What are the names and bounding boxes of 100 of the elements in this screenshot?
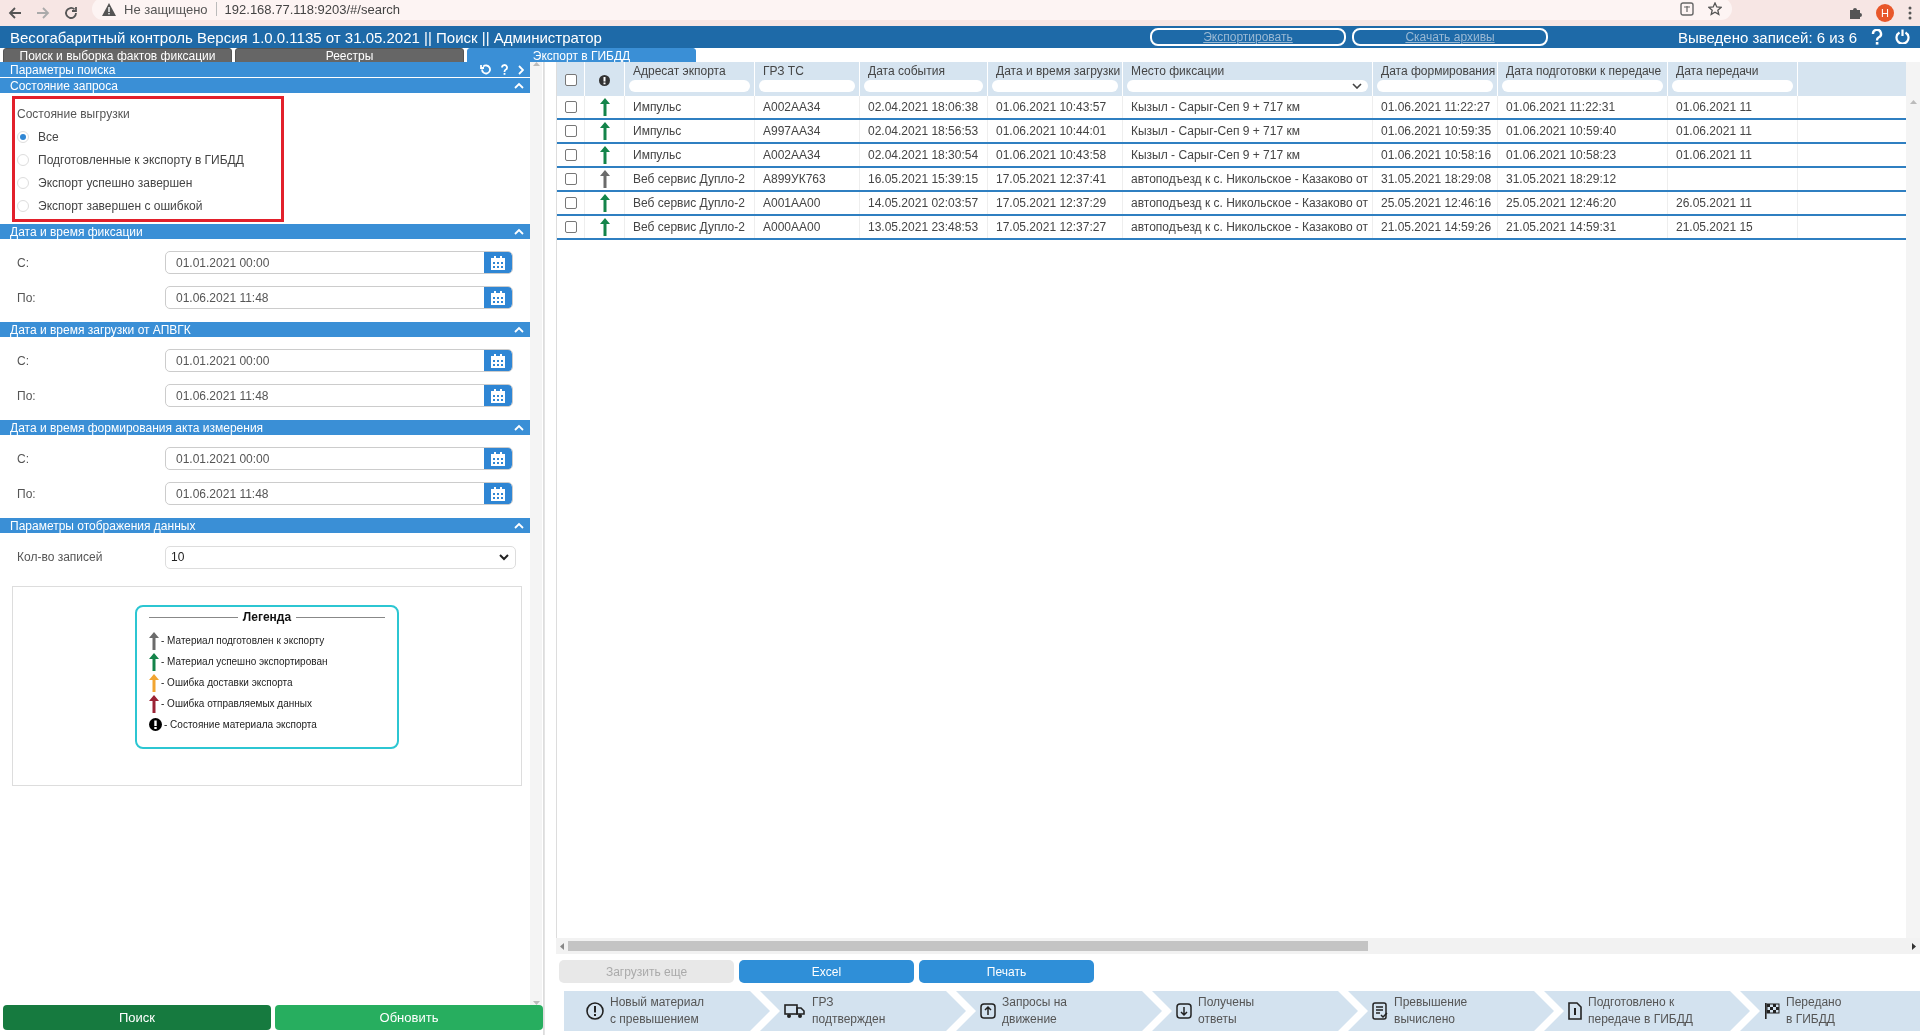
table-row[interactable]: Веб сервис Дупло-2 А001АА00 14.05.2021 02:03:57 17.05.2021 12:37:29 автоподъезд к с. Никольское - Казаково от 25.05.2021 12:46:16 25.05.2021 12:46:20 26.05.2021 11 [557, 192, 1906, 216]
workflow-step[interactable]: Передано в ГИБДД [1740, 991, 1920, 1031]
column-header[interactable]: ГРЗ ТС [759, 64, 855, 77]
workflow-step[interactable]: ГРЗ подтвержден [760, 991, 968, 1031]
table-row[interactable]: Веб сервис Дупло-2 А000АА00 13.05.2021 23:48:53 17.05.2021 12:37:27 автоподъезд к с. Никольское - Казаково от 21.05.2021 14:59:26 21.05.2021 14:59:31 21.05.2021 15 [557, 216, 1906, 240]
address-field[interactable]: 192.168.77.118:9203/#/search [224, 1, 400, 17]
forward-icon[interactable] [36, 6, 50, 20]
puzzle-icon[interactable] [1848, 6, 1862, 20]
table-cell: 01.06.2021 10:44:01 [996, 124, 1107, 138]
table-cell: 17.05.2021 12:37:41 [996, 172, 1107, 186]
scroll-left-icon[interactable] [560, 942, 564, 950]
scrollbar[interactable] [530, 62, 542, 1005]
table-cell: автоподъезд к с. Никольское - Казаково от [1131, 196, 1368, 210]
table-cell: 01.06.2021 10:58:23 [1506, 148, 1617, 162]
table-cell: Веб сервис Дупло-2 [633, 196, 745, 210]
table-cell: Кызыл - Сарыг-Сеп 9 + 717 км [1131, 124, 1300, 138]
help-icon[interactable] [501, 64, 508, 75]
column-header[interactable]: Дата формирования [1377, 64, 1493, 77]
table-cell: 21.05.2021 15 [1676, 220, 1753, 234]
row-checkbox[interactable] [564, 125, 577, 137]
column-header[interactable]: Место фиксации [1127, 64, 1368, 77]
filter-field[interactable] [1502, 80, 1663, 92]
download-icon [1176, 1003, 1192, 1019]
filter-field[interactable] [1377, 80, 1493, 92]
calendar-icon[interactable] [490, 450, 506, 467]
back-icon[interactable] [8, 6, 22, 20]
horizontal-scrollbar[interactable] [556, 938, 1920, 954]
reload-icon[interactable] [64, 6, 78, 20]
section-header[interactable]: Дата и время загрузки от АПВГК [0, 322, 530, 337]
section-header[interactable]: Параметры отображения данных [0, 518, 530, 533]
workflow-step[interactable]: Новый материал с превышением [564, 991, 772, 1031]
table-cell: 01.06.2021 11:22:31 [1506, 100, 1616, 114]
filter-field[interactable] [864, 80, 983, 92]
field-label: Кол-во записей [17, 550, 104, 564]
table-row[interactable]: Веб сервис Дупло-2 А899УК763 16.05.2021 15:39:15 17.05.2021 12:37:41 автоподъезд к с. Никольское - Казаково от 31.05.2021 18:29:08 31.05.2021 18:29:12 [557, 168, 1906, 192]
section-title: Состояние запроса [10, 78, 119, 93]
power-icon[interactable] [1895, 29, 1910, 44]
filter-field[interactable] [1672, 80, 1793, 92]
profile-avatar[interactable]: Н [1876, 4, 1894, 22]
row-checkbox[interactable] [564, 173, 577, 185]
option-label: Все [38, 129, 59, 144]
tab[interactable]: Экспорт в ГИБДД [467, 48, 696, 62]
star-icon[interactable] [1708, 2, 1722, 16]
workflow-step[interactable]: Запросы на движение [956, 991, 1164, 1031]
reset-icon[interactable] [480, 64, 491, 75]
collapse-icon[interactable] [514, 522, 524, 529]
table-cell: 25.05.2021 12:46:20 [1506, 196, 1617, 210]
chevron-right-icon[interactable] [518, 64, 524, 75]
row-checkbox[interactable] [564, 101, 577, 113]
table-cell: 31.05.2021 18:29:12 [1506, 172, 1617, 186]
row-checkbox[interactable] [564, 221, 577, 233]
workflow-step[interactable]: Превышение вычислено [1348, 991, 1556, 1031]
collapse-icon[interactable] [514, 424, 524, 431]
option-label: Экспорт успешно завершен [38, 175, 193, 190]
radio-button[interactable] [17, 153, 29, 166]
radio-button[interactable] [17, 130, 29, 143]
workflow-step[interactable]: Получены ответы [1152, 991, 1360, 1031]
table-row[interactable]: Импульс А002АА34 02.04.2021 18:30:54 01.06.2021 10:43:58 Кызыл - Сарыг-Сеп 9 + 717 км 01.06.2021 10:58:16 01.06.2021 10:58:23 01.06.2021 11 [557, 144, 1906, 168]
radio-button[interactable] [17, 176, 29, 189]
step-label: ГРЗ подтвержден [812, 994, 886, 1028]
calendar-icon[interactable] [490, 289, 506, 306]
table-cell: 25.05.2021 12:46:16 [1381, 196, 1492, 210]
search-button[interactable]: Поиск [3, 1005, 271, 1030]
vertical-scrollbar[interactable] [1906, 62, 1920, 938]
row-checkbox[interactable] [564, 149, 577, 161]
filter-field[interactable] [992, 80, 1118, 92]
calendar-icon[interactable] [490, 485, 506, 502]
row-checkbox[interactable] [564, 197, 577, 209]
column-header[interactable]: Дата и время загрузки [992, 64, 1118, 77]
table-row[interactable]: Импульс А002АА34 02.04.2021 18:06:38 01.06.2021 10:43:57 Кызыл - Сарыг-Сеп 9 + 717 км 01.06.2021 11:22:27 01.06.2021 11:22:31 01.06.2021 11 [557, 96, 1906, 120]
tab[interactable]: Реестры [235, 48, 464, 62]
collapse-icon[interactable] [514, 228, 524, 235]
workflow-step[interactable]: Подготовлено к передаче в ГИБДД [1544, 991, 1752, 1031]
filter-field[interactable] [629, 80, 750, 92]
print-button[interactable]: Печать [919, 960, 1094, 983]
filter-field[interactable] [759, 80, 855, 92]
tab[interactable]: Поиск и выборка фактов фиксации [3, 48, 232, 62]
scroll-right-icon[interactable] [1912, 942, 1916, 950]
column-header[interactable]: Адресат экпорта [629, 64, 750, 77]
radio-button[interactable] [17, 199, 29, 212]
menu-icon[interactable] [1908, 6, 1912, 20]
translate-icon[interactable] [1680, 2, 1694, 16]
column-header[interactable]: Дата передачи [1672, 64, 1793, 77]
field-label: С: [17, 353, 30, 368]
section-header[interactable]: Дата и время фиксации [0, 224, 530, 239]
section-header[interactable]: Дата и время формирования акта измерения [0, 420, 530, 435]
column-header[interactable]: Дата события [864, 64, 983, 77]
column-header[interactable]: Дата подготовки к передаче [1502, 64, 1663, 77]
scroll-up-icon[interactable] [1909, 100, 1917, 104]
collapse-icon[interactable] [514, 82, 524, 89]
help-icon[interactable] [1871, 29, 1883, 45]
calendar-icon[interactable] [490, 387, 506, 404]
excel-button[interactable]: Excel [739, 960, 914, 983]
section-header[interactable]: Состояние запроса [0, 78, 530, 93]
calendar-icon[interactable] [490, 352, 506, 369]
records-select[interactable]: 10 [165, 545, 516, 569]
table-row[interactable]: Импульс А997АА34 02.04.2021 18:56:53 01.06.2021 10:44:01 Кызыл - Сарыг-Сеп 9 + 717 км 01.06.2021 10:59:35 01.06.2021 10:59:40 01.06.2021 11 [557, 120, 1906, 144]
collapse-icon[interactable] [514, 326, 524, 333]
calendar-icon[interactable] [490, 254, 506, 271]
select-all-checkbox[interactable] [564, 74, 577, 86]
